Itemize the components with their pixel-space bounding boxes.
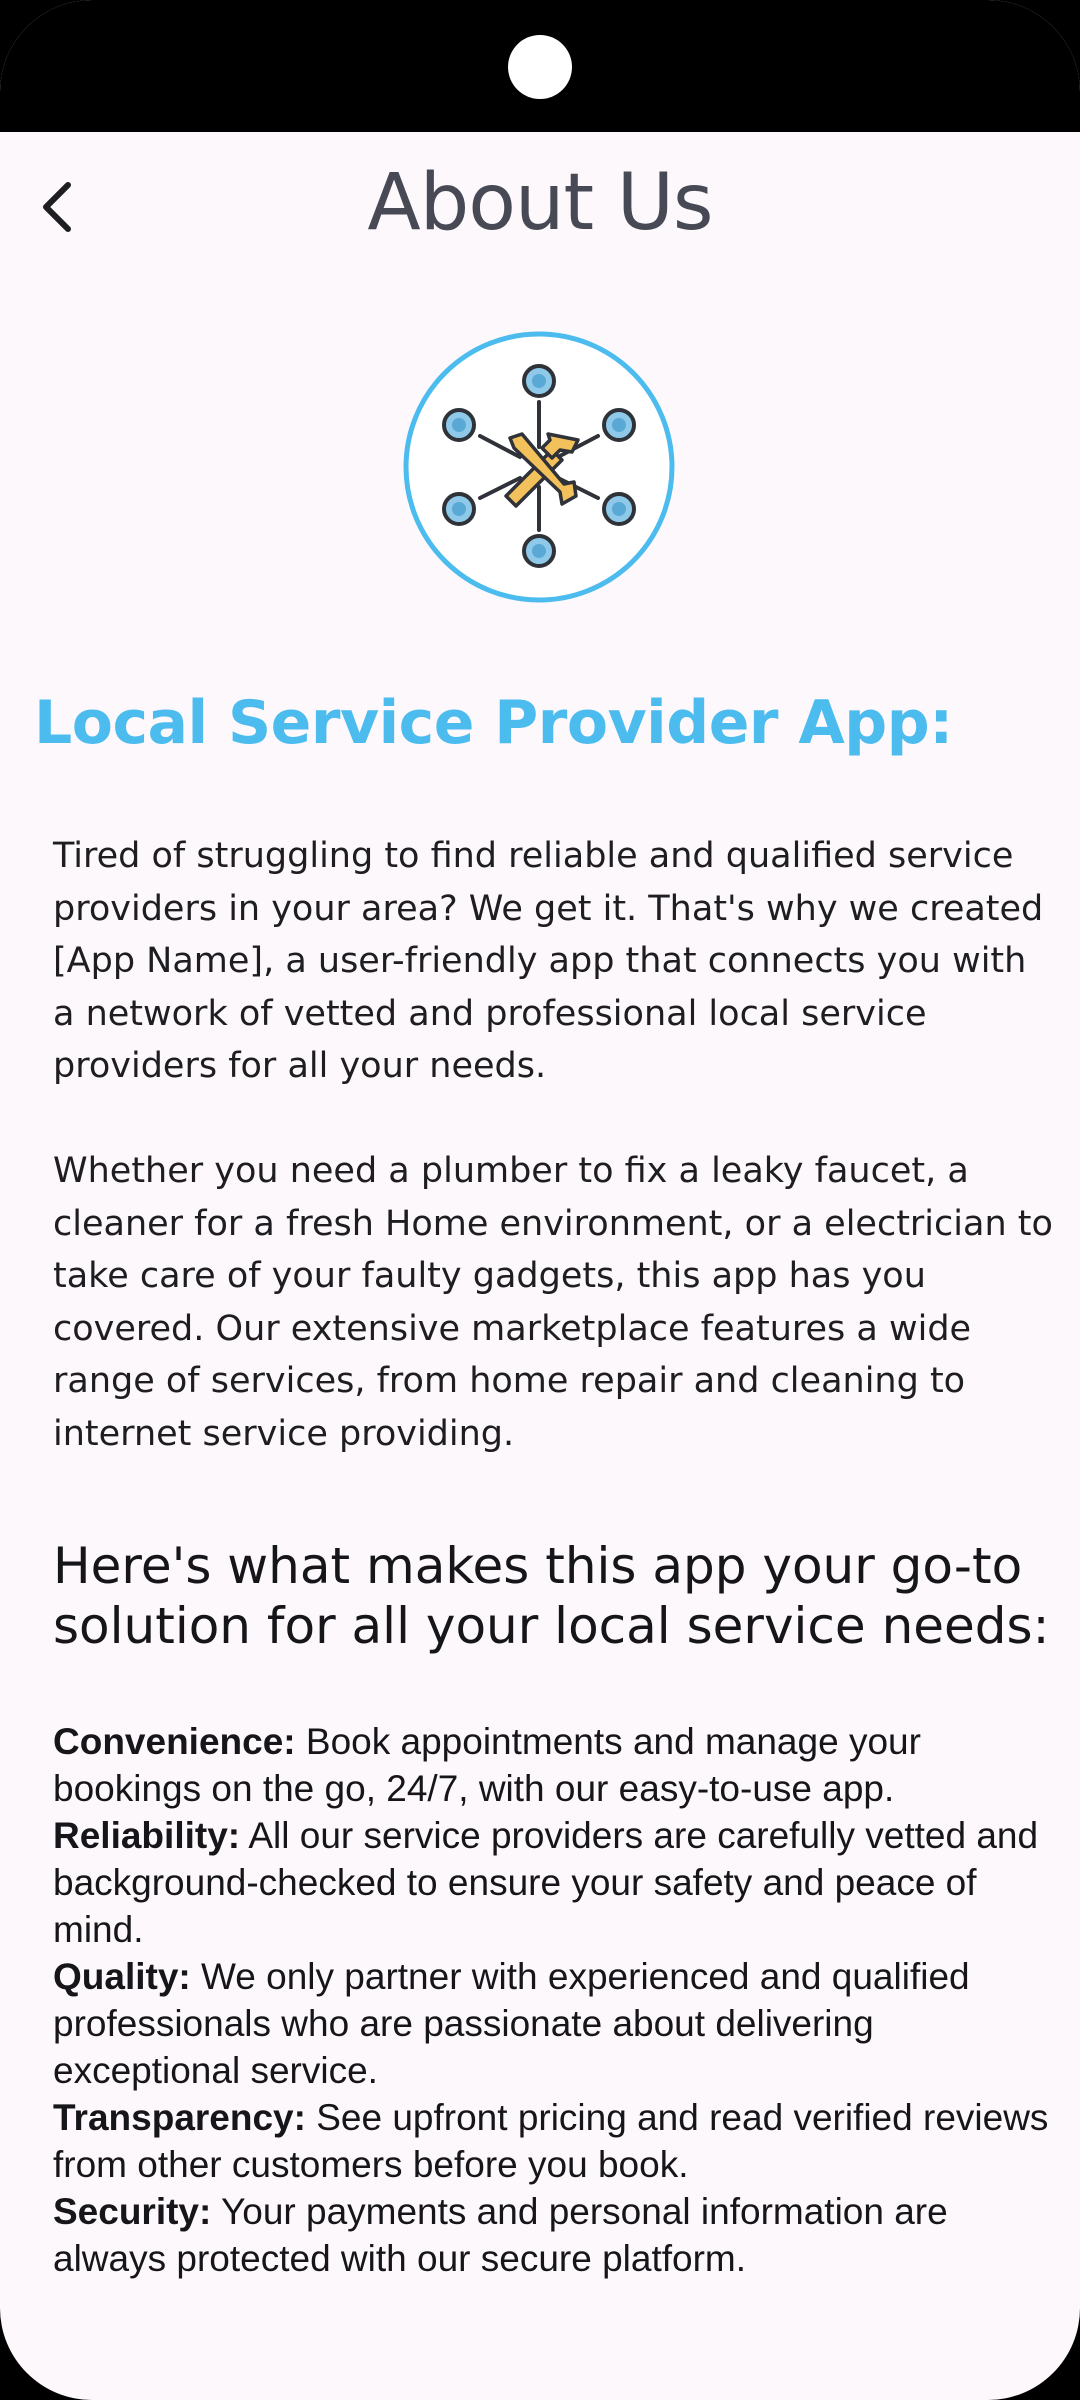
- tools-network-icon: [403, 331, 675, 603]
- feature-title: Quality:: [53, 1956, 191, 1997]
- phone-frame: About Us Local Service Provider App: Tir…: [0, 0, 1080, 2400]
- app-bar: About Us: [0, 132, 1080, 282]
- feature-item: Convenience: Book appointments and manag…: [53, 1718, 1063, 1812]
- feature-title: Transparency:: [53, 2097, 306, 2138]
- feature-item: Quality: We only partner with experience…: [53, 1953, 1063, 2094]
- feature-title: Convenience:: [53, 1721, 296, 1762]
- section-heading: Local Service Provider App:: [34, 688, 953, 758]
- camera-cutout: [508, 35, 572, 99]
- services-paragraph: Whether you need a plumber to fix a leak…: [53, 1151, 1053, 1454]
- feature-item: Reliability: All our service providers a…: [53, 1812, 1063, 1953]
- intro-paragraph: Tired of struggling to find reliable and…: [53, 836, 1044, 1086]
- feature-title: Reliability:: [53, 1815, 241, 1856]
- screen: About Us Local Service Provider App: Tir…: [0, 0, 1080, 2400]
- features-list: Convenience: Book appointments and manag…: [53, 1718, 1063, 2282]
- feature-title: Security:: [53, 2191, 212, 2232]
- feature-item: Security: Your payments and personal inf…: [53, 2188, 1063, 2282]
- features-subheading: Here's what makes this app your go-to so…: [53, 1537, 1050, 1655]
- feature-item: Transparency: See upfront pricing and re…: [53, 2094, 1063, 2188]
- page-title: About Us: [367, 158, 713, 248]
- feature-text: We only partner with experienced and qua…: [53, 1956, 970, 2091]
- status-bar: [0, 0, 1080, 132]
